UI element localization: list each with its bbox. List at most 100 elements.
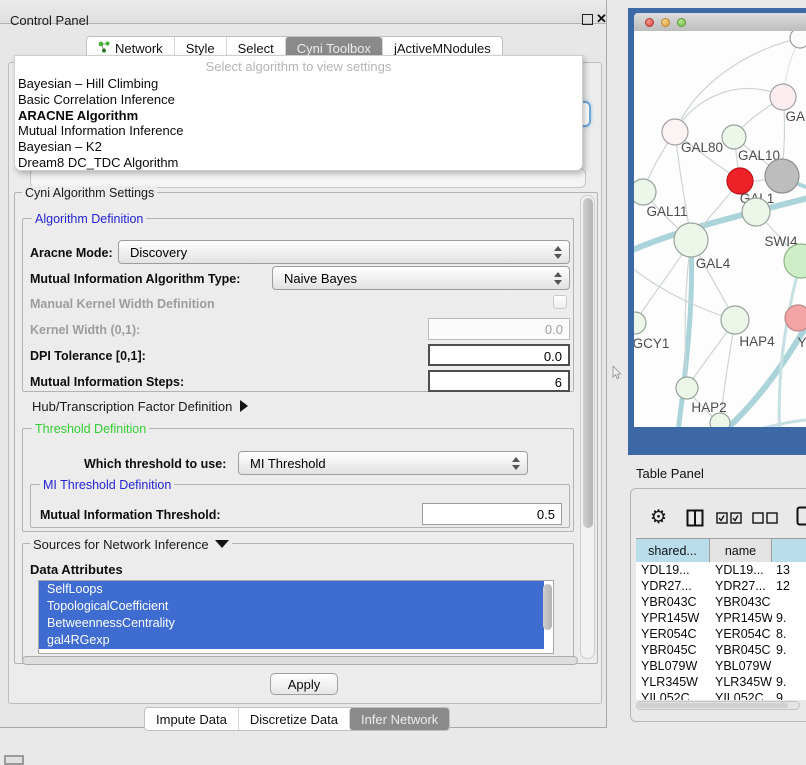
column-header-shared[interactable]: shared... <box>636 539 710 563</box>
kernel-width-label: Kernel Width (0,1): <box>30 323 140 337</box>
network-node[interactable] <box>742 198 770 226</box>
attribute-list-item[interactable]: SelfLoops <box>39 581 544 598</box>
table-row[interactable]: YBL079WYBL079W <box>636 658 806 674</box>
background-combobox-partial <box>30 168 586 188</box>
table-cell <box>772 594 806 610</box>
kernel-width-field[interactable]: 0.0 <box>428 318 570 340</box>
hub-definition-toggle[interactable]: Hub/Transcription Factor Definition <box>32 399 248 414</box>
aracne-mode-value: Discovery <box>130 245 187 260</box>
column-header-partial[interactable] <box>772 539 806 563</box>
table-hscrollbar-thumb[interactable] <box>638 703 788 708</box>
table-rows[interactable]: YDL19...YDL19...13YDR27...YDR27...12YBR0… <box>636 562 806 700</box>
table-row[interactable]: YDR27...YDR27...12 <box>636 578 806 594</box>
float-window-icon[interactable] <box>582 14 593 25</box>
network-node[interactable] <box>785 305 806 331</box>
aracne-mode-combobox[interactable]: Discovery <box>118 240 570 264</box>
table-row[interactable]: YDL19...YDL19...13 <box>636 562 806 578</box>
table-row[interactable]: YBR045CYBR045C9. <box>636 642 806 658</box>
data-attributes-list[interactable]: SelfLoopsTopologicalCoefficientBetweenne… <box>38 580 554 654</box>
mi-threshold-field[interactable]: 0.5 <box>422 503 562 525</box>
which-threshold-label: Which threshold to use: <box>84 457 226 471</box>
mi-type-combobox[interactable]: Naive Bayes <box>272 266 570 290</box>
attributes-scrollbar-thumb[interactable] <box>543 584 552 630</box>
close-icon[interactable]: ✕ <box>596 13 607 24</box>
tab-discretize-data[interactable]: Discretize Data <box>238 708 349 730</box>
network-node[interactable] <box>790 31 806 48</box>
network-canvas[interactable]: GALGAL80GAL10GAL1GAL11SWI4GAL4GCY1HAP4YH… <box>634 31 806 427</box>
network-node[interactable] <box>765 159 799 193</box>
settings-scrollbar[interactable] <box>580 195 595 659</box>
checked-columns-icon[interactable] <box>716 512 742 524</box>
stepper-arrows-icon <box>554 271 562 286</box>
table-cell: YBL079W <box>710 658 772 674</box>
table-cell: YPR145W <box>636 610 710 626</box>
mi-steps-label: Mutual Information Steps: <box>30 375 184 389</box>
attribute-list-item[interactable]: TopologicalCoefficient <box>39 598 544 615</box>
table-header-row: shared... name <box>636 538 806 563</box>
network-icon <box>98 41 110 56</box>
dpi-tolerance-field[interactable]: 0.0 <box>428 344 570 366</box>
split-view-icon[interactable] <box>686 509 704 527</box>
dock-icon-partial[interactable] <box>4 755 24 765</box>
gear-icon[interactable]: ⚙ <box>650 508 667 527</box>
table-row[interactable]: YLR345WYLR345W9. <box>636 674 806 690</box>
network-node[interactable] <box>770 84 796 110</box>
table-cell <box>772 658 806 674</box>
network-node[interactable] <box>784 244 806 278</box>
apply-button[interactable]: Apply <box>270 673 338 695</box>
table-row[interactable]: YBR043CYBR043C <box>636 594 806 610</box>
algorithm-definition-title: Algorithm Definition <box>32 212 146 226</box>
column-header-name[interactable]: name <box>710 539 772 563</box>
unchecked-columns-icon[interactable] <box>752 512 778 524</box>
attribute-list-item[interactable]: BetweennessCentrality <box>39 615 544 632</box>
table-row[interactable]: YIL052CYIL052C9 <box>636 690 806 700</box>
which-threshold-combobox[interactable]: MI Threshold <box>238 451 528 475</box>
table-cell: YBL079W <box>636 658 710 674</box>
attribute-list-item[interactable]: gal4RGexp <box>39 632 544 649</box>
settings-hscrollbar[interactable] <box>22 656 578 665</box>
algorithm-option[interactable]: Mutual Information Inference <box>15 123 582 139</box>
network-node[interactable] <box>676 377 698 399</box>
algorithm-option[interactable]: Dream8 DC_TDC Algorithm <box>15 155 582 171</box>
algorithm-option[interactable]: Bayesian – K2 <box>15 139 582 155</box>
window-zoom-button[interactable] <box>677 18 686 27</box>
network-node[interactable] <box>634 179 656 205</box>
tab-infer-network[interactable]: Infer Network <box>349 708 449 730</box>
stepper-arrows-icon <box>512 456 520 471</box>
network-node[interactable] <box>721 306 749 334</box>
page-icon[interactable] <box>796 506 806 526</box>
table-cell: YDL19... <box>636 562 710 578</box>
window-close-button[interactable] <box>645 18 654 27</box>
network-node[interactable] <box>710 413 730 427</box>
table-cell: YDR27... <box>710 578 772 594</box>
network-window-titlebar[interactable] <box>634 13 806 32</box>
tab-impute-data[interactable]: Impute Data <box>145 708 238 730</box>
tab-label: jActiveMNodules <box>394 41 491 56</box>
table-cell: YIL052C <box>710 690 772 700</box>
panel-title: Control Panel <box>10 13 89 28</box>
algorithm-option[interactable]: Basic Correlation Inference <box>15 92 582 108</box>
mi-steps-field[interactable]: 6 <box>428 370 570 392</box>
algorithm-option[interactable]: ARACNE Algorithm <box>15 108 582 124</box>
table-cell: YBR045C <box>710 642 772 658</box>
network-node[interactable] <box>634 312 646 334</box>
table-row[interactable]: YER054CYER054C8. <box>636 626 806 642</box>
stepper-arrows-icon <box>554 245 562 260</box>
network-node-label: GAL80 <box>681 140 723 155</box>
settings-scrollbar-thumb[interactable] <box>583 198 593 528</box>
control-panel-titlebar <box>0 0 606 24</box>
algorithm-option[interactable]: Bayesian – Hill Climbing <box>15 76 582 92</box>
tab-label: Network <box>115 41 163 56</box>
network-node-label: GAL11 <box>646 204 687 219</box>
sources-toggle[interactable]: Sources for Network Inference <box>30 537 232 552</box>
network-node[interactable] <box>722 125 746 149</box>
algorithm-dropdown: Select algorithm to view settings Bayesi… <box>14 55 583 171</box>
table-hscrollbar[interactable] <box>636 701 800 710</box>
manual-kernel-label: Manual Kernel Width Definition <box>30 297 215 311</box>
window-minimize-button[interactable] <box>661 18 670 27</box>
table-cell: YBR043C <box>710 594 772 610</box>
network-node[interactable] <box>674 223 708 257</box>
table-row[interactable]: YPR145WYPR145W9. <box>636 610 806 626</box>
manual-kernel-checkbox[interactable] <box>553 295 567 309</box>
tab-label: Style <box>186 41 215 56</box>
